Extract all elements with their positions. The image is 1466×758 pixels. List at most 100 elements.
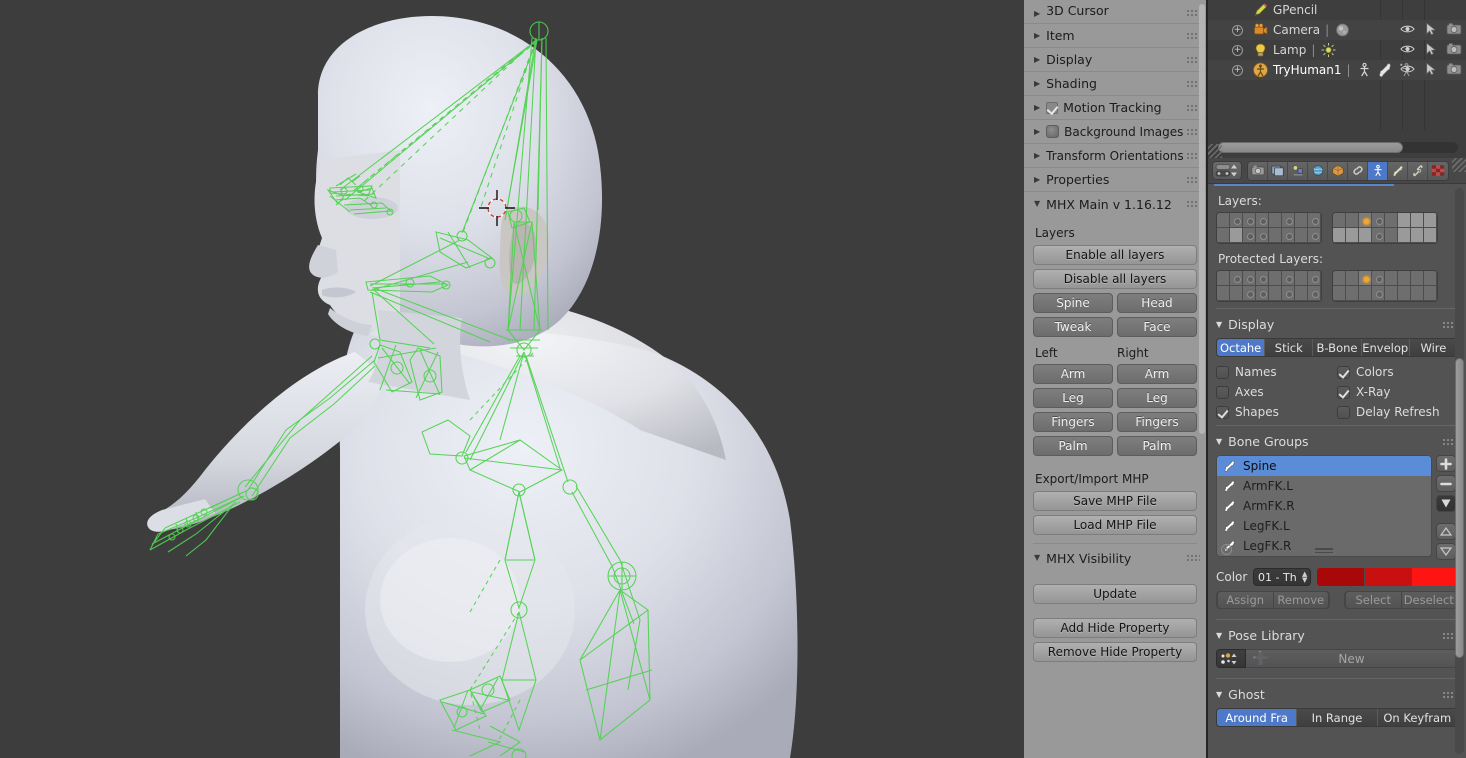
update-button[interactable]: Update — [1033, 584, 1197, 604]
layer-cell[interactable] — [1385, 271, 1398, 286]
panel-row-item[interactable]: ▶ Item — [1024, 24, 1206, 48]
bone-groups-list[interactable]: Spine ArmFK.L ArmFK.R LegFK.L LegFK.R + — [1216, 455, 1432, 557]
add-bone-group-button[interactable] — [1436, 455, 1456, 472]
layer-cell[interactable] — [1359, 228, 1372, 243]
layer-cell[interactable] — [1346, 228, 1359, 243]
remove-hide-property-button[interactable]: Remove Hide Property — [1033, 642, 1197, 662]
layer-cell[interactable] — [1372, 271, 1385, 286]
outliner-toggles[interactable] — [1400, 62, 1462, 76]
properties-editor[interactable]: Layers: Protected Layers: ▼ Display Octa… — [1206, 158, 1466, 758]
layer-cell[interactable] — [1243, 271, 1256, 286]
option-shapes[interactable]: Shapes — [1216, 405, 1337, 419]
constraints-tab[interactable] — [1348, 161, 1368, 180]
layer-cell[interactable] — [1385, 286, 1398, 301]
protected-layers-row[interactable] — [1216, 270, 1458, 302]
layer-arm-left-button[interactable]: Arm — [1033, 364, 1113, 384]
layer-palm-right-button[interactable]: Palm — [1117, 436, 1197, 456]
layer-cell[interactable] — [1217, 286, 1230, 301]
panel-row-shading[interactable]: ▶ Shading — [1024, 72, 1206, 96]
layer-leg-right-button[interactable]: Leg — [1117, 388, 1197, 408]
layer-cell[interactable] — [1230, 286, 1243, 301]
color-set-dropdown[interactable]: 01 - Th ▲ ▼ — [1253, 568, 1312, 586]
list-resize-grip[interactable] — [1315, 548, 1333, 553]
layer-cell[interactable] — [1230, 213, 1243, 228]
move-bone-group-up-button[interactable] — [1436, 523, 1456, 540]
bone-display-mode-selector[interactable]: Octahe Stick B-Bone Envelop Wire — [1216, 338, 1458, 357]
option-colors[interactable]: Colors — [1337, 365, 1458, 379]
expand-list-icon[interactable]: + — [1221, 544, 1232, 555]
layer-cell-active[interactable] — [1359, 271, 1372, 286]
camera-data-icon[interactable] — [1334, 22, 1351, 38]
assign-button[interactable]: Assign — [1217, 591, 1274, 609]
layer-cell[interactable] — [1385, 213, 1398, 228]
object-tab[interactable] — [1328, 161, 1348, 180]
section-header-pose-library[interactable]: ▼ Pose Library — [1216, 628, 1458, 643]
protected-layers-grid-right[interactable] — [1332, 270, 1438, 302]
panel-row-mhx-main[interactable]: ▼ MHX Main v 1.16.12 — [1024, 192, 1206, 216]
layer-cell[interactable] — [1333, 271, 1346, 286]
bone-group-item[interactable]: Spine — [1217, 456, 1431, 476]
layer-cell[interactable] — [1398, 271, 1411, 286]
layer-cell[interactable] — [1346, 286, 1359, 301]
xray-checkbox[interactable] — [1337, 385, 1350, 399]
expand-toggle-icon[interactable]: + — [1232, 24, 1243, 36]
layer-cell[interactable] — [1411, 271, 1424, 286]
section-header-ghost[interactable]: ▼ Ghost — [1216, 687, 1458, 702]
bone-group-item[interactable]: LegFK.L — [1217, 516, 1431, 536]
ghost-mode-in-range[interactable]: In Range — [1297, 709, 1378, 726]
browse-pose-icon[interactable] — [1216, 649, 1246, 668]
colors-checkbox[interactable] — [1337, 365, 1350, 379]
swatch-select[interactable] — [1364, 568, 1412, 586]
names-checkbox[interactable] — [1216, 365, 1229, 379]
outliner-row-lamp[interactable]: + Lamp | — [1208, 40, 1466, 60]
layer-tweak-button[interactable]: Tweak — [1033, 317, 1113, 337]
layer-spine-button[interactable]: Spine — [1033, 293, 1113, 313]
camera-render-icon[interactable] — [1446, 62, 1462, 76]
remove-button[interactable]: Remove — [1273, 591, 1329, 609]
new-pose-library-button[interactable]: ➕ New — [1246, 649, 1458, 668]
load-mhp-file-button[interactable]: Load MHP File — [1033, 515, 1197, 535]
scene-tab[interactable] — [1288, 161, 1308, 180]
move-bone-group-down-button[interactable] — [1436, 543, 1456, 560]
properties-tab-strip[interactable] — [1247, 160, 1449, 181]
render-tab[interactable] — [1248, 161, 1268, 180]
ghost-mode-selector[interactable]: Around Fra In Range On Keyfram — [1216, 708, 1458, 727]
layer-cell[interactable] — [1269, 271, 1282, 286]
deselect-button[interactable]: Deselect — [1401, 591, 1457, 609]
layer-cell[interactable] — [1256, 271, 1269, 286]
layer-cell[interactable] — [1346, 271, 1359, 286]
layer-cell[interactable] — [1398, 286, 1411, 301]
world-tab[interactable] — [1308, 161, 1328, 180]
layer-cell[interactable] — [1333, 228, 1346, 243]
disable-all-layers-button[interactable]: Disable all layers — [1033, 269, 1197, 289]
layer-cell[interactable] — [1243, 286, 1256, 301]
outliner-toggles[interactable] — [1400, 42, 1462, 56]
bone-group-item[interactable]: LegFK.R — [1217, 536, 1431, 556]
layer-face-button[interactable]: Face — [1117, 317, 1197, 337]
layers-grid-right[interactable] — [1332, 212, 1438, 244]
layer-cell[interactable] — [1230, 228, 1243, 243]
option-axes[interactable]: Axes — [1216, 385, 1337, 399]
layer-cell[interactable] — [1424, 271, 1437, 286]
layer-fingers-left-button[interactable]: Fingers — [1033, 412, 1113, 432]
layer-cell[interactable] — [1385, 228, 1398, 243]
enable-all-layers-button[interactable]: Enable all layers — [1033, 245, 1197, 265]
layer-leg-left-button[interactable]: Leg — [1033, 388, 1113, 408]
layer-cell[interactable] — [1295, 271, 1308, 286]
layer-cell[interactable] — [1282, 286, 1295, 301]
layer-cell[interactable] — [1282, 271, 1295, 286]
texture-tab[interactable] — [1428, 161, 1448, 180]
layer-cell[interactable] — [1372, 213, 1385, 228]
layer-cell[interactable] — [1411, 213, 1424, 228]
panel-row-mhx-visibility[interactable]: ▼ MHX Visibility — [1024, 546, 1206, 570]
cursor-arrow-icon[interactable] — [1423, 62, 1438, 76]
layer-cell[interactable] — [1346, 213, 1359, 228]
swatch-active[interactable] — [1411, 568, 1458, 586]
panel-row-transform-orientations[interactable]: ▶ Transform Orientations — [1024, 144, 1206, 168]
outliner-row-gpencil[interactable]: GPencil — [1208, 0, 1466, 20]
layer-cell[interactable] — [1372, 228, 1385, 243]
render-layers-tab[interactable] — [1268, 161, 1288, 180]
layer-cell[interactable] — [1295, 286, 1308, 301]
layer-cell[interactable] — [1333, 286, 1346, 301]
display-mode-wire[interactable]: Wire — [1409, 339, 1457, 356]
